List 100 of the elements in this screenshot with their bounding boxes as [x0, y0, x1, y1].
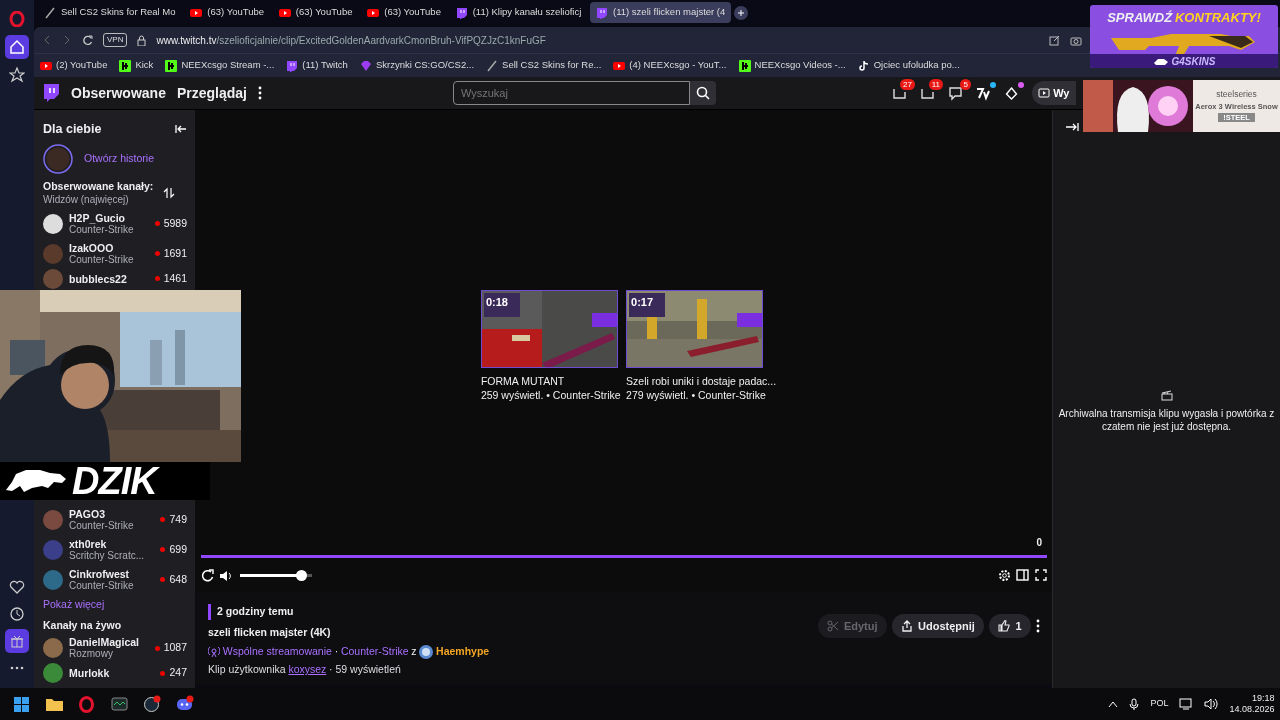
clip-meta: 279 wyświetl. • Counter-Strike [626, 387, 767, 402]
windows-icon[interactable] [12, 694, 32, 714]
address-field[interactable]: www.twitch.tv/szelioficjalnie/clip/ExcitedGoldenAardvarkCmonBruh-VifPQZJzC1knFuGF [156, 32, 546, 48]
bookmark[interactable]: Skrzynki CS:GO/CS2... [359, 58, 475, 73]
sidebar-button[interactable] [5, 35, 29, 59]
search-field[interactable]: Wyszukaj [452, 81, 690, 105]
chevron-up-icon[interactable] [1108, 700, 1119, 708]
twitch-icon [455, 6, 468, 19]
channel-row[interactable]: IzakOOO Counter-Strike 1691 [43, 238, 187, 269]
channel-row[interactable]: PAGO3 Counter-Strike 749 [43, 504, 187, 535]
browser-tab[interactable]: (11) Klipy kanału szelioficj [449, 2, 588, 23]
channel-row[interactable]: H2P_Gucio Counter-Strike 5989 [43, 208, 187, 239]
camera-icon[interactable] [1070, 34, 1082, 46]
more-icon[interactable] [257, 86, 262, 100]
back-icon[interactable] [42, 35, 52, 45]
clip-title[interactable]: Szeli robi uniki i dostaje padac... [626, 373, 777, 388]
channel-name: bubblecs22 [69, 272, 127, 285]
bookmark[interactable]: Ojciec ufoludka po... [857, 58, 960, 73]
channel-row[interactable]: xth0rek Scritchy Scratc... 699 [43, 534, 187, 565]
story-link[interactable]: Otwórz historie [84, 151, 155, 168]
clip-thumbnail[interactable]: 0:18 [480, 290, 618, 368]
seven-tv-icon[interactable] [975, 85, 991, 101]
bookmark[interactable]: (2) YouTube [40, 58, 108, 73]
clipper-label: Klip użytkownika [208, 662, 286, 678]
opera-icon[interactable] [77, 694, 97, 714]
share-button[interactable]: Udostępnij [892, 614, 984, 638]
partner-avatar[interactable] [419, 644, 434, 659]
viewer-count: 1461 [154, 270, 187, 287]
channel-avatar [43, 539, 63, 560]
category-link[interactable]: Counter-Strike [340, 643, 409, 660]
channel-category: Counter-Strike [69, 223, 134, 236]
language-indicator[interactable]: POL [1150, 697, 1169, 711]
video-icon [1038, 88, 1051, 98]
replay-icon[interactable] [200, 568, 214, 582]
nav-link[interactable]: Przeglądaj [176, 82, 247, 104]
more-icon[interactable] [1036, 619, 1040, 633]
vpn-badge[interactable]: VPN [103, 33, 128, 47]
new-tab-icon[interactable] [734, 5, 749, 20]
taskbar-clock[interactable]: 19:18 14.08.2026 [1229, 693, 1275, 715]
clip-age: 2 godziny temu [208, 604, 818, 620]
channel-category: Counter-Strike [69, 253, 134, 266]
sort-label: Widzów (najwięcej) [43, 193, 130, 206]
channel-row[interactable]: Murlokk 247 [43, 663, 187, 684]
partner-link[interactable]: Haemhype [436, 643, 490, 660]
clip-title[interactable]: FORMA MUTANT [480, 373, 621, 388]
advertisement-banner[interactable]: SPRAWDŹ KONTRAKTY! G4SKINS [1090, 5, 1278, 68]
search-button[interactable] [689, 81, 716, 105]
speaker-icon[interactable] [1204, 698, 1219, 710]
channel-name: PAGO3 [69, 507, 106, 520]
channel-avatar [43, 509, 63, 530]
like-button[interactable]: 1 [989, 614, 1031, 638]
search-icon [695, 86, 710, 100]
channel-row[interactable]: DanielMagical Rozmowy 1087 [43, 633, 187, 664]
bookmark[interactable]: Kick [119, 58, 154, 73]
fullscreen-icon[interactable] [1034, 569, 1047, 581]
section-title: Dla ciebie [43, 121, 102, 138]
bookmark[interactable]: (4) NEEXcsgo - YouT... [613, 58, 727, 73]
nav-link[interactable]: Obserwowane [71, 82, 166, 104]
sort-icon[interactable] [163, 186, 175, 199]
theatre-icon[interactable] [1016, 569, 1029, 581]
channel-name: xth0rek [69, 537, 108, 550]
collapse-icon[interactable] [175, 124, 187, 135]
bookmark[interactable]: (11) Twitch [286, 58, 348, 73]
browser-tab[interactable]: Sell CS2 Skins for Real Mo [38, 2, 182, 23]
youtube-icon [190, 6, 203, 19]
clip-duration: 0:17 [631, 295, 654, 310]
sidebar-button[interactable] [5, 628, 29, 653]
twitch-logo[interactable] [42, 83, 60, 103]
browser-tab[interactable]: (63) YouTube [184, 2, 271, 23]
forward-icon[interactable] [62, 35, 72, 45]
view-count: · 59 wyświetleń [329, 662, 401, 678]
channel-row[interactable]: bubblecs22 1461 [43, 268, 187, 289]
show-more-link[interactable]: Pokaż więcej [43, 597, 187, 613]
channel-name: H2P_Gucio [69, 211, 127, 224]
browser-tab[interactable]: (63) YouTube [272, 2, 359, 23]
story-avatar[interactable] [43, 144, 73, 175]
bookmark[interactable]: Sell CS2 Skins for Re... [486, 58, 602, 73]
edit-icon[interactable] [1049, 34, 1060, 46]
reload-icon[interactable] [82, 34, 93, 46]
shared-stream-link[interactable]: Wspólne streamowanie [222, 643, 332, 660]
volume-thumb[interactable] [296, 569, 308, 581]
browser-tab[interactable]: (63) YouTube [361, 2, 447, 23]
chat-icon[interactable] [947, 85, 963, 101]
network-icon[interactable] [1179, 698, 1194, 710]
clip-thumbnail[interactable]: 0:17 [626, 290, 764, 368]
diamond-icon[interactable] [1003, 85, 1019, 101]
ad-headline: SPRAWDŹ [1107, 9, 1173, 27]
volume-icon[interactable] [219, 568, 232, 582]
expand-icon[interactable] [1065, 122, 1079, 132]
clipper-link[interactable]: koxysez [288, 662, 327, 678]
monitor-icon[interactable] [109, 694, 129, 714]
settings-icon[interactable] [997, 568, 1011, 582]
steam-icon[interactable] [142, 694, 162, 714]
channel-row[interactable]: Cinkrofwest Counter-Strike 648 [43, 564, 187, 595]
bookmark[interactable]: NEEXcsgo Stream -... [165, 58, 275, 73]
browser-tab[interactable]: (11) szeli flicken majster (4 [590, 2, 732, 23]
bookmark[interactable]: NEEXcsgo Videos -... [738, 58, 846, 73]
star-icon [9, 67, 25, 83]
microphone-icon[interactable] [1129, 698, 1140, 710]
wallet-button[interactable]: Wy [1031, 81, 1076, 105]
